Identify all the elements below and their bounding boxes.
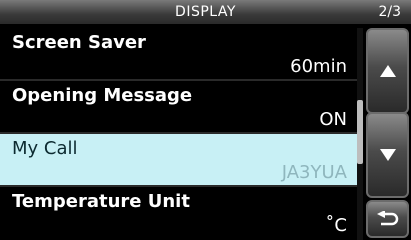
up-arrow-icon (379, 65, 396, 77)
list-item-my-call[interactable]: My Call JA3YUA (0, 134, 357, 185)
item-label: Opening Message (12, 85, 193, 106)
list-item-opening-message[interactable]: Opening Message ON (0, 81, 357, 132)
return-icon (376, 211, 398, 226)
scrollbar-thumb[interactable] (357, 100, 363, 164)
list-item-screen-saver[interactable]: Screen Saver 60min (0, 28, 357, 79)
page-indicator: 2/3 (378, 4, 401, 20)
screen-title: DISPLAY (175, 4, 236, 20)
back-button[interactable] (366, 200, 409, 238)
scrollbar[interactable] (357, 28, 363, 240)
item-label: Screen Saver (12, 32, 146, 53)
item-value: JA3YUA (281, 162, 347, 183)
item-label: Temperature Unit (12, 191, 190, 212)
settings-list: Screen Saver 60min Opening Message ON My… (0, 28, 357, 240)
item-value: ˚C (325, 215, 347, 236)
list-item-temperature-unit[interactable]: Temperature Unit ˚C (0, 187, 357, 238)
scroll-down-button[interactable] (366, 112, 409, 198)
item-label: My Call (12, 138, 78, 159)
scroll-up-button[interactable] (366, 28, 409, 114)
item-value: ON (319, 109, 347, 130)
item-value: 60min (290, 56, 347, 77)
down-arrow-icon (379, 149, 396, 161)
